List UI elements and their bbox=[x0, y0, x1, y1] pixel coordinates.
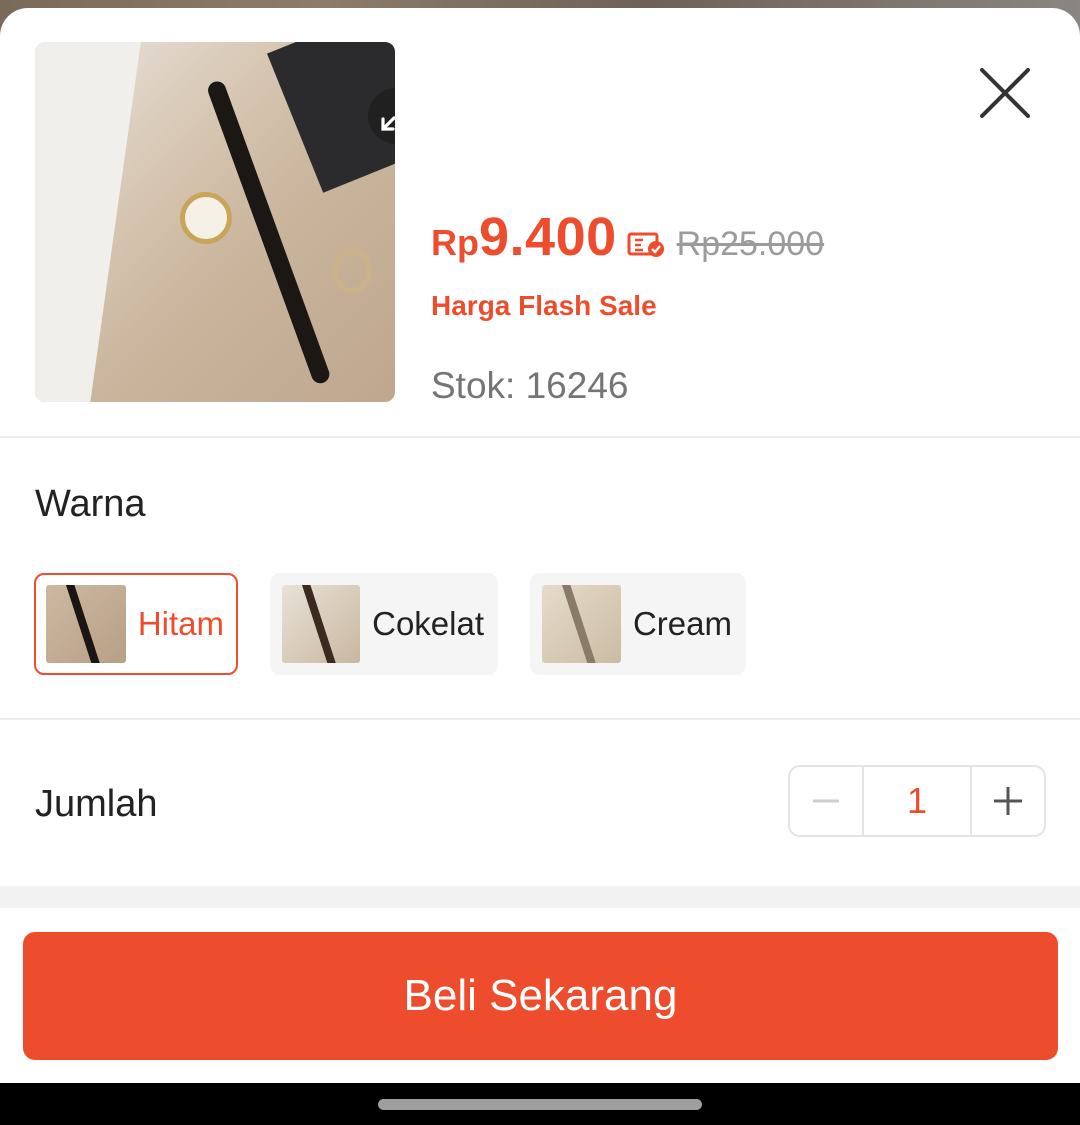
flash-sale-label: Harga Flash Sale bbox=[431, 290, 657, 321]
variant-thumbnail bbox=[282, 585, 361, 663]
home-gesture-handle[interactable] bbox=[378, 1099, 702, 1110]
coin-check-icon bbox=[627, 231, 667, 264]
variant-option-cream[interactable]: Cream bbox=[530, 573, 746, 675]
variant-label: Cokelat bbox=[372, 605, 484, 642]
close-icon[interactable] bbox=[975, 63, 1035, 123]
quantity-title: Jumlah bbox=[35, 783, 158, 825]
product-image[interactable] bbox=[35, 42, 395, 402]
system-navigation-bar bbox=[0, 1083, 1080, 1125]
price-currency: Rp bbox=[431, 222, 479, 263]
variant-option-hitam[interactable]: Hitam bbox=[34, 573, 238, 675]
price-value: 9.400 bbox=[479, 207, 617, 267]
quantity-stepper: 1 bbox=[788, 765, 1046, 837]
separator-band bbox=[0, 886, 1080, 908]
original-price: Rp25.000 bbox=[676, 225, 825, 263]
variant-label: Hitam bbox=[137, 605, 224, 642]
variant-option-cokelat[interactable]: Cokelat bbox=[270, 573, 498, 675]
variant-thumbnail bbox=[46, 585, 126, 663]
variant-thumbnail bbox=[542, 585, 621, 663]
stock-count: Stok: 16246 bbox=[431, 365, 629, 406]
variation-title: Warna bbox=[35, 483, 146, 525]
minus-icon[interactable] bbox=[790, 767, 864, 835]
buy-now-button[interactable]: Beli Sekarang bbox=[23, 932, 1058, 1060]
variant-label: Cream bbox=[632, 605, 732, 642]
variation-bottom-sheet: Rp 9.400 Rp25.000 Harga Flash Sale Stok:… bbox=[0, 8, 1080, 1083]
divider bbox=[0, 718, 1080, 720]
variation-options: Hitam Cokelat Cream bbox=[34, 573, 746, 675]
divider bbox=[0, 436, 1080, 438]
price-row: Rp 9.400 Rp25.000 bbox=[431, 206, 824, 268]
quantity-value[interactable]: 1 bbox=[864, 767, 970, 835]
plus-icon[interactable] bbox=[970, 767, 1044, 835]
